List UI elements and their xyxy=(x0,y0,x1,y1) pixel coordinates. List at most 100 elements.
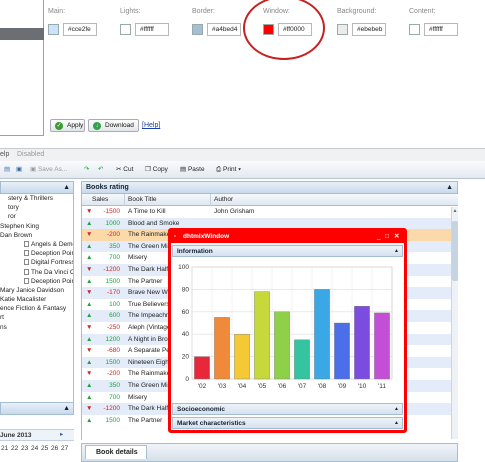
apply-button[interactable]: ✓ Apply xyxy=(50,119,85,132)
tree-item[interactable]: Angels & Demons xyxy=(0,240,73,249)
paste-button[interactable]: ▤ Paste xyxy=(180,164,205,175)
x-tick-label: '06 xyxy=(278,383,287,390)
arrow-up-icon: ▲ xyxy=(86,242,93,250)
calendar-day[interactable]: 22 xyxy=(11,444,18,453)
col-title[interactable]: Book Title xyxy=(124,194,157,206)
section-information[interactable]: Information ▲ xyxy=(172,245,403,257)
tree-item[interactable]: Stephen King xyxy=(0,222,73,231)
tree-item[interactable]: ns xyxy=(0,323,73,332)
bar-06 xyxy=(274,311,290,380)
table-row[interactable]: ▼ -1500 A Time to Kill John Grisham xyxy=(82,206,452,218)
apply-label: Apply xyxy=(67,122,84,129)
tree-item-label: stery & Thrillers xyxy=(8,195,54,202)
sales-cell: 1500 xyxy=(105,416,120,424)
color-swatch[interactable] xyxy=(192,24,203,35)
tree-item-label: ence Fiction & Fantasy xyxy=(0,305,67,313)
close-icon[interactable]: ✕ xyxy=(394,231,399,243)
minimize-icon[interactable]: _ xyxy=(377,231,381,243)
title-cell: The Partner xyxy=(128,416,163,424)
save-icon[interactable]: ▣ xyxy=(16,164,22,175)
chevron-up-icon[interactable]: ▲ xyxy=(394,418,399,429)
color-hex-input[interactable]: #ffffff xyxy=(424,23,458,36)
section-socioeconomic[interactable]: Socioeconomic ▲ xyxy=(172,403,403,415)
redo-icon[interactable]: ↷ xyxy=(84,164,89,175)
undo-icon[interactable]: ↶ xyxy=(98,164,103,175)
download-button[interactable]: ↓ Download xyxy=(88,119,139,132)
scroll-thumb[interactable] xyxy=(452,221,458,281)
tree-item[interactable]: The Da Vinci Code xyxy=(0,268,73,277)
calendar-panel: ▲ June 2013 ▸ 21 22 23 24 25 26 27 xyxy=(0,402,74,462)
window-titlebar[interactable]: ▫ dhtmlxWindow _ □ ✕ xyxy=(171,231,404,243)
dhtmlx-window[interactable]: ▫ dhtmlxWindow _ □ ✕ Information ▲ 0 20 40… xyxy=(168,228,407,433)
y-tick-label: 40 xyxy=(182,331,190,338)
download-label: Download xyxy=(105,122,134,129)
collapse-up-icon[interactable]: ▲ xyxy=(63,405,70,412)
color-swatch[interactable] xyxy=(48,24,59,35)
y-tick-label: 20 xyxy=(182,354,190,361)
chevron-up-icon[interactable]: ▲ xyxy=(394,246,399,257)
section-socioeconomic-label: Socioeconomic xyxy=(177,406,226,413)
calendar-day[interactable]: 24 xyxy=(31,444,38,453)
tree-item[interactable]: ror xyxy=(0,212,73,221)
tree-item[interactable]: ence Fiction & Fantasy xyxy=(0,304,73,313)
tab-book-details[interactable]: Book details xyxy=(85,445,147,459)
tree-item[interactable]: tory xyxy=(0,203,73,212)
maximize-icon[interactable]: □ xyxy=(385,231,389,243)
color-hex-input[interactable]: #cce2fe xyxy=(63,23,97,36)
copy-button[interactable]: ❐ Copy xyxy=(145,164,168,175)
calendar-day[interactable]: 21 xyxy=(1,444,8,453)
window-icon: ▫ xyxy=(174,233,177,240)
color-swatch[interactable] xyxy=(120,24,131,35)
tree-item[interactable]: Digital Fortress xyxy=(0,258,73,267)
col-sales[interactable]: Sales xyxy=(92,194,108,206)
doc-icon xyxy=(24,277,29,284)
tree-item[interactable]: stery & Thrillers xyxy=(0,194,73,203)
print-button[interactable]: ⎙ Print ▾ xyxy=(216,164,241,175)
paste-label: Paste xyxy=(187,166,205,173)
tree-item[interactable]: Deception Point xyxy=(0,249,73,258)
cut-button[interactable]: ✂ Cut xyxy=(116,164,133,175)
color-swatch[interactable] xyxy=(409,24,420,35)
sales-cell: -200 xyxy=(106,231,120,239)
arrow-down-icon: ▼ xyxy=(86,323,93,331)
print-label: Print xyxy=(223,166,237,173)
collapse-up-icon[interactable]: ▲ xyxy=(446,182,453,193)
calendar-day[interactable]: 25 xyxy=(41,444,48,453)
download-icon: ↓ xyxy=(93,122,101,130)
chevron-up-icon[interactable]: ▲ xyxy=(394,404,399,415)
menu-help[interactable]: elp xyxy=(0,149,9,161)
left-preview-pane xyxy=(0,0,44,136)
tree-item[interactable]: Deception Point xyxy=(0,277,73,286)
tree-item[interactable]: Dan Brown xyxy=(0,231,73,240)
open-icon[interactable]: ▤ xyxy=(4,164,10,175)
doc-icon xyxy=(24,250,29,257)
arrow-down-icon: ▼ xyxy=(86,405,93,413)
section-market[interactable]: Market characteristics ▲ xyxy=(172,417,403,429)
tree-item[interactable]: Katie Macalister xyxy=(0,295,73,304)
color-hex-input[interactable]: #ebebeb xyxy=(352,23,386,36)
next-month-icon[interactable]: ▸ xyxy=(60,430,63,439)
scroll-up-icon[interactable]: ▲ xyxy=(452,207,458,215)
arrow-up-icon: ▲ xyxy=(86,300,93,308)
arrow-up-icon: ▲ xyxy=(86,219,93,227)
tree-item-label: Mary Janice Davidson xyxy=(0,286,64,294)
save-as-button[interactable]: ▣ Save As... xyxy=(30,164,67,175)
calendar-day[interactable]: 26 xyxy=(51,444,58,453)
calendar-day[interactable]: 27 xyxy=(61,444,68,453)
help-link[interactable]: [Help] xyxy=(142,122,160,129)
bar-08 xyxy=(314,289,330,380)
col-author[interactable]: Author xyxy=(210,194,233,206)
sales-cell: -1500 xyxy=(103,208,120,215)
collapse-up-icon[interactable]: ▲ xyxy=(63,184,70,191)
tree-item[interactable]: rt xyxy=(0,313,73,322)
swatch-label: Content: xyxy=(409,8,436,15)
calendar-day[interactable]: 23 xyxy=(21,444,28,453)
sales-cell: 700 xyxy=(109,254,120,262)
color-swatch[interactable] xyxy=(337,24,348,35)
y-tick-label: 100 xyxy=(178,264,189,271)
color-hex-input[interactable]: #ffffff xyxy=(135,23,169,36)
arrow-down-icon: ▼ xyxy=(86,347,93,355)
tree-item[interactable]: Mary Janice Davidson xyxy=(0,286,73,295)
grid-scrollbar[interactable]: ▲ xyxy=(451,207,458,439)
color-hex-input[interactable]: #a4bed4 xyxy=(207,23,241,36)
